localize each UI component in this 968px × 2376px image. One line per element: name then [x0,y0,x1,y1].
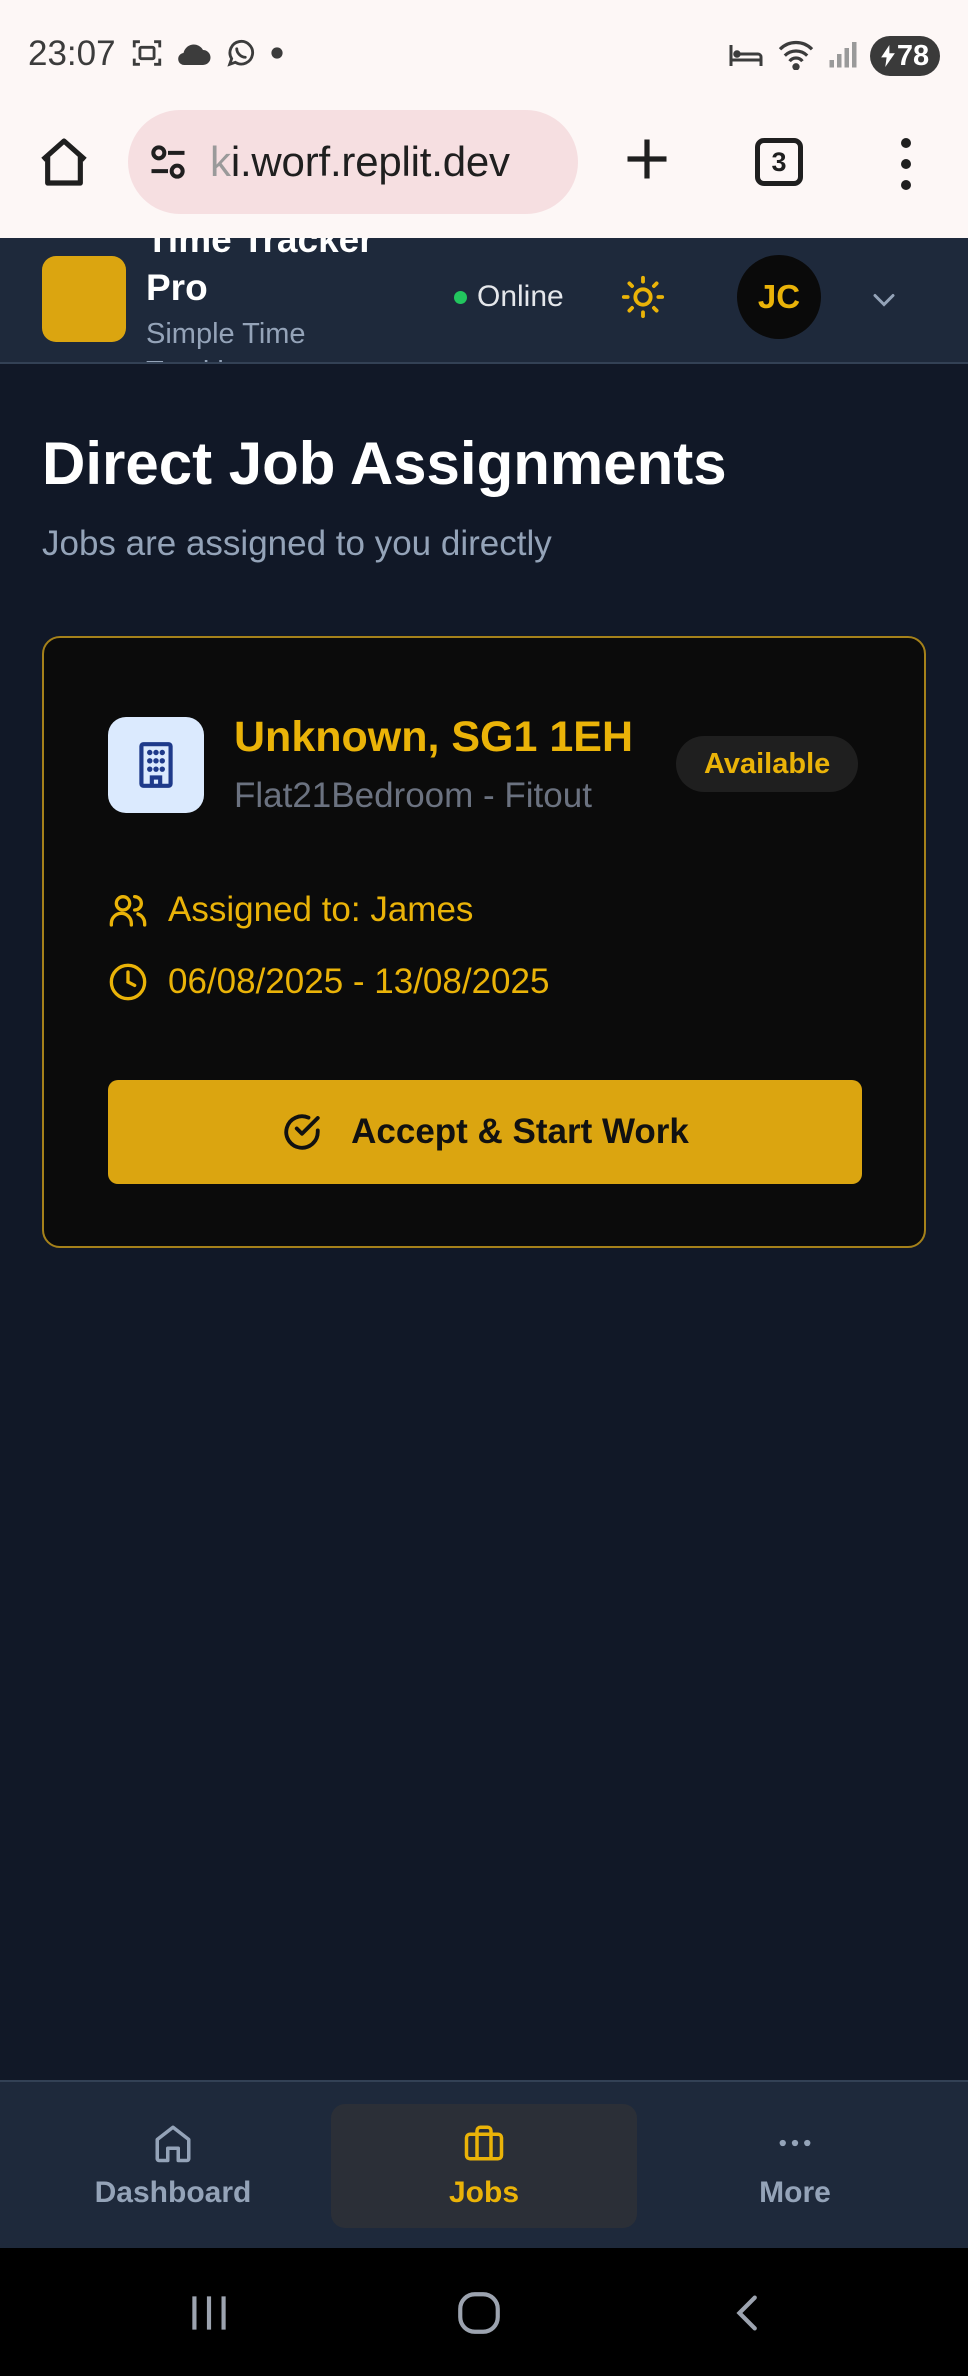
browser-home-button[interactable] [30,128,98,196]
dot-icon [270,46,284,65]
dates-row: 06/08/2025 - 13/08/2025 [108,962,549,1002]
system-navigation-bar [0,2248,968,2376]
status-badge: Available [676,736,859,792]
building-icon [108,717,204,813]
bed-icon [728,39,764,74]
wifi-icon [776,38,816,75]
browser-menu-button[interactable] [882,136,930,192]
page-title: Direct Job Assignments [42,430,727,497]
system-home-button[interactable] [444,2278,514,2348]
home-icon [41,138,87,186]
url-text: ki.worf.replit.dev [210,138,510,185]
job-title: Unknown, SG1 1EH [234,713,634,761]
more-horizontal-icon [779,2139,811,2147]
notification-icons [130,36,284,75]
cloud-icon [176,38,212,73]
home-circle-icon [458,2292,500,2334]
nav-label-more: More [759,2176,831,2209]
accept-start-work-button[interactable]: Accept & Start Work [108,1080,862,1184]
address-bar[interactable]: ki.worf.replit.dev [128,110,578,214]
system-indicators: 78 [728,36,940,76]
recent-apps-icon [192,2296,226,2330]
app-subtitle: Simple Time Tracking [146,318,306,362]
app-logo [42,256,126,342]
nav-label-jobs: Jobs [448,2176,520,2209]
job-dates-text: 06/08/2025 - 13/08/2025 [168,962,550,1001]
recent-apps-button[interactable] [174,2278,244,2348]
chevron-down-icon [873,294,895,307]
clock-icon [109,963,147,1001]
charging-icon [880,45,895,67]
browser-toolbar: ki.worf.replit.dev 3 [0,98,968,238]
briefcase-icon [464,2125,504,2161]
screenshot-icon [130,36,164,75]
page-subtitle: Jobs are assigned to you directly [42,524,552,563]
site-settings-icon[interactable] [146,140,194,184]
user-avatar[interactable]: JC [737,255,821,339]
nav-item-jobs[interactable]: Jobs [331,2104,637,2228]
assigned-row: Assigned to: James [108,890,473,930]
job-card: Unknown, SG1 1EH Flat21Bedroom - Fitout … [42,636,926,1248]
theme-toggle-button[interactable] [620,274,666,320]
app-header: Time Tracker Pro Simple Time Tracking On… [0,238,968,364]
plus-icon [627,139,667,179]
nav-item-more[interactable]: More [642,2104,948,2228]
assigned-to-text: Assigned to: James [168,890,474,929]
job-subtitle: Flat21Bedroom - Fitout [234,776,592,815]
check-circle-icon [284,1114,320,1150]
back-arrow-icon [736,2295,757,2331]
app-screen: 23:07 78 ki.worf.replit.dev 3 Time Track… [0,0,968,2376]
accept-button-label: Accept & Start Work [351,1112,689,1151]
sun-icon [621,275,665,319]
tab-switcher-button[interactable]: 3 [755,138,803,186]
bottom-nav: Dashboard Jobs More [0,2080,968,2248]
system-back-button[interactable] [714,2278,784,2348]
online-label: Online [477,280,564,313]
users-icon [109,895,147,927]
new-tab-button[interactable] [612,124,682,194]
app-title: Time Tracker Pro [146,238,374,308]
signal-icon [828,39,858,74]
nav-item-dashboard[interactable]: Dashboard [20,2104,326,2228]
status-time: 23:07 [28,34,116,73]
whatsapp-icon [224,36,258,75]
online-status: Online [454,280,564,314]
nav-label-dashboard: Dashboard [94,2176,252,2209]
battery-indicator: 78 [870,36,940,76]
more-vertical-icon [901,138,911,148]
user-menu-button[interactable] [866,282,902,318]
system-status-bar: 23:07 78 [0,0,968,98]
online-dot-icon [454,290,467,304]
home-icon [155,2125,191,2163]
battery-level: 78 [896,39,930,72]
